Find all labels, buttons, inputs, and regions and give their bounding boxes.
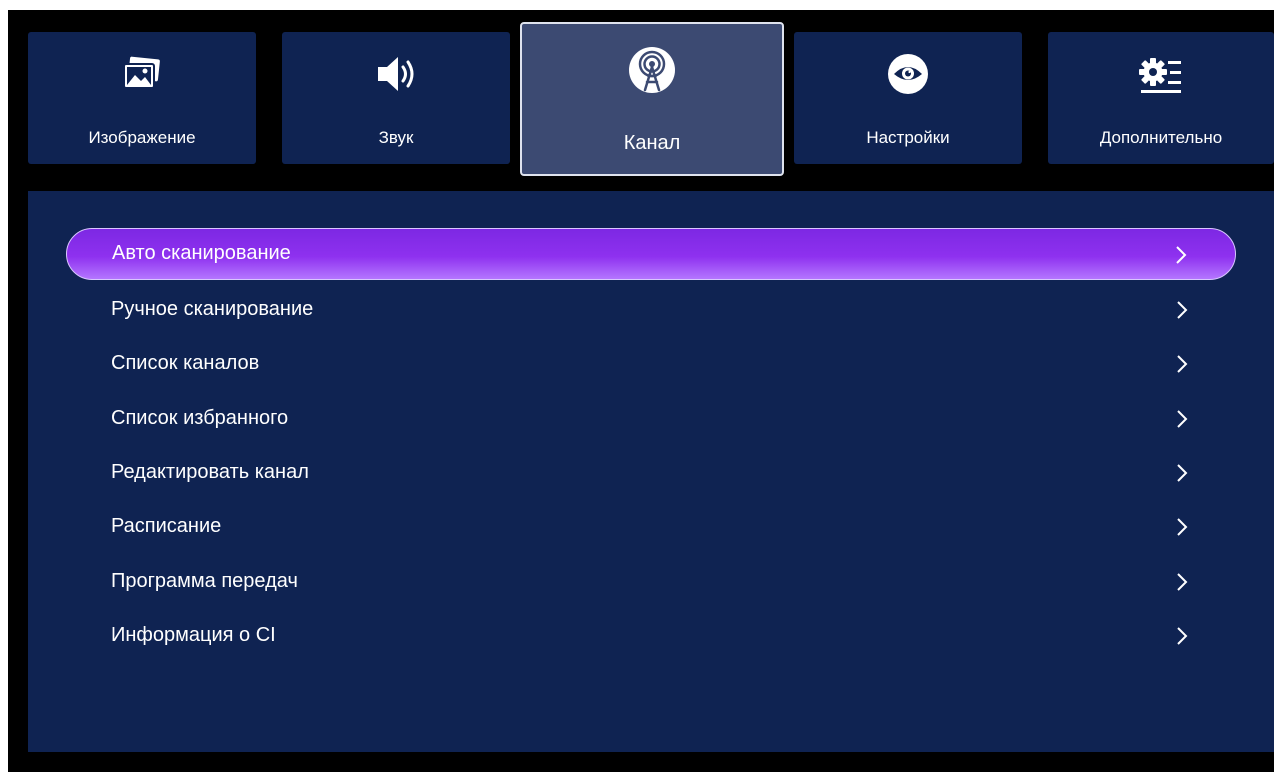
- menu-item-favorites-list[interactable]: Список избранного: [66, 393, 1236, 445]
- tab-channel[interactable]: Канал: [520, 22, 784, 176]
- menu-item-channel-list[interactable]: Список каналов: [66, 338, 1236, 390]
- tab-label: Звук: [378, 128, 414, 147]
- menu-item-ci-info[interactable]: Информация о CI: [66, 610, 1236, 662]
- speaker-icon: [378, 57, 414, 91]
- chevron-right-icon: [1177, 464, 1188, 482]
- channel-menu-panel: Авто сканирование Ручное сканирование Сп…: [28, 191, 1274, 752]
- tab-picture[interactable]: Изображение: [28, 32, 256, 164]
- menu-item-auto-scan[interactable]: Авто сканирование: [66, 228, 1236, 280]
- category-tabs: Изображение Звук Канал Настройки Дополни…: [8, 10, 1274, 190]
- chevron-right-icon: [1177, 410, 1188, 428]
- tab-label: Изображение: [88, 128, 196, 147]
- menu-item-manual-scan[interactable]: Ручное сканирование: [66, 284, 1236, 336]
- tab-settings[interactable]: Настройки: [794, 32, 1022, 164]
- chevron-right-icon: [1177, 573, 1188, 591]
- chevron-right-icon: [1176, 246, 1187, 264]
- menu-item-label: Редактировать канал: [111, 461, 309, 483]
- menu-item-label: Ручное сканирование: [111, 298, 314, 320]
- menu-item-label: Список избранного: [111, 407, 289, 429]
- tab-label: Канал: [623, 132, 681, 154]
- menu-item-schedule[interactable]: Расписание: [66, 501, 1236, 553]
- eye-icon: [888, 54, 928, 94]
- gear-list-icon: [1139, 58, 1181, 93]
- tab-label: Настройки: [866, 128, 950, 147]
- menu-item-label: Программа передач: [111, 570, 298, 592]
- menu-item-label: Информация о CI: [111, 624, 276, 646]
- tab-sound[interactable]: Звук: [282, 32, 510, 164]
- menu-item-label: Список каналов: [111, 352, 260, 374]
- menu-item-label: Авто сканирование: [112, 242, 291, 264]
- chevron-right-icon: [1177, 355, 1188, 373]
- tab-label: Дополнительно: [1099, 128, 1223, 147]
- chevron-right-icon: [1177, 627, 1188, 645]
- picture-icon: [123, 56, 160, 89]
- chevron-right-icon: [1177, 518, 1188, 536]
- antenna-icon: [629, 47, 675, 93]
- tv-menu-screen: Изображение Звук Канал Настройки Дополни…: [8, 10, 1274, 772]
- chevron-right-icon: [1177, 301, 1188, 319]
- menu-item-label: Расписание: [111, 515, 222, 537]
- menu-item-tv-guide[interactable]: Программа передач: [66, 556, 1236, 608]
- tab-additional[interactable]: Дополнительно: [1048, 32, 1274, 164]
- menu-item-edit-channel[interactable]: Редактировать канал: [66, 447, 1236, 499]
